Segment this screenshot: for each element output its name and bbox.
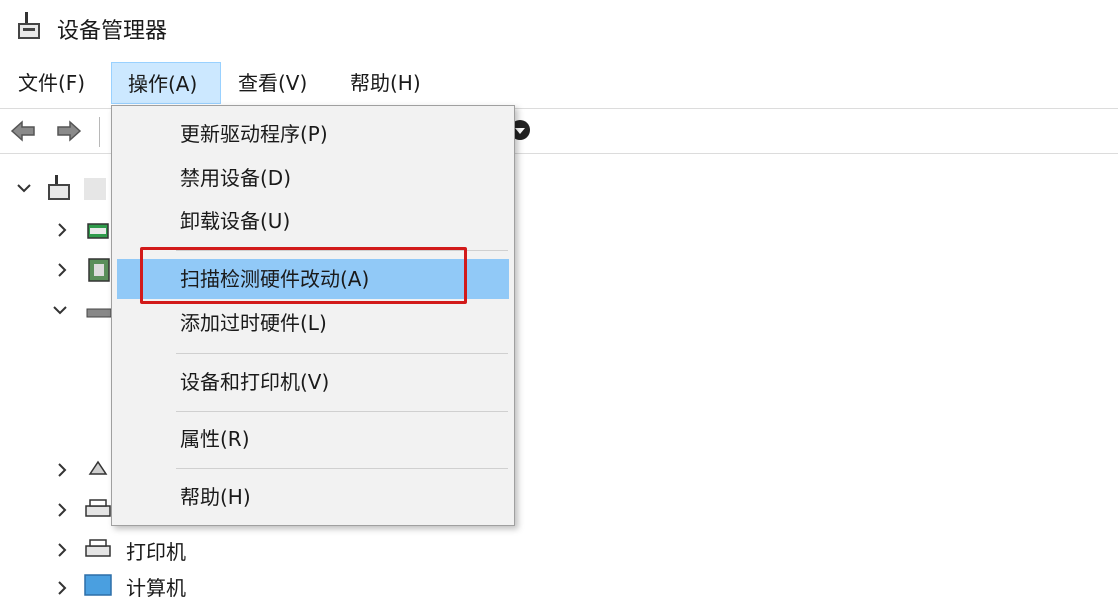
chevron-right-icon[interactable] [54, 580, 70, 596]
menu-bar: 文件(F) 操作(A) 查看(V) 帮助(H) [0, 58, 1118, 108]
menu-separator [176, 411, 508, 412]
processor-icon [88, 258, 110, 282]
menu-devices-and-printers[interactable]: 设备和打印机(V) [117, 362, 509, 402]
menu-uninstall-device[interactable]: 卸载设备(U) [117, 201, 509, 241]
root-label-placeholder [84, 178, 106, 200]
chevron-right-icon[interactable] [54, 502, 70, 518]
menu-help-item[interactable]: 帮助(H) [117, 477, 509, 517]
menu-view[interactable]: 查看(V) [230, 62, 315, 104]
menu-properties[interactable]: 属性(R) [117, 419, 509, 459]
menu-update-driver[interactable]: 更新驱动程序(P) [117, 114, 509, 154]
software-component-icon [88, 460, 108, 475]
action-menu-dropdown: 更新驱动程序(P) 禁用设备(D) 卸载设备(U) 扫描检测硬件改动(A) 添加… [111, 105, 515, 526]
title-bar: 设备管理器 [0, 0, 1118, 58]
device-manager-icon [18, 12, 40, 39]
battery-icon [87, 223, 109, 239]
menu-action[interactable]: 操作(A) [111, 62, 221, 104]
menu-separator [176, 353, 508, 354]
menu-file[interactable]: 文件(F) [10, 62, 93, 104]
chevron-right-icon[interactable] [54, 262, 70, 278]
menu-add-legacy-hardware[interactable]: 添加过时硬件(L) [117, 303, 509, 343]
chevron-right-icon[interactable] [54, 462, 70, 478]
printer-icon [85, 539, 111, 557]
chevron-down-icon[interactable] [52, 302, 68, 318]
tree-node-computer[interactable]: 计算机 [126, 572, 186, 601]
disk-drive-icon [86, 308, 112, 318]
chevron-right-icon[interactable] [54, 222, 70, 238]
computer-icon [84, 574, 112, 596]
menu-separator [176, 468, 508, 469]
menu-disable-device[interactable]: 禁用设备(D) [117, 158, 509, 198]
forward-arrow-icon[interactable] [54, 117, 84, 145]
chevron-right-icon[interactable] [54, 542, 70, 558]
chevron-down-icon[interactable] [16, 180, 32, 196]
tree-node-printers[interactable]: 打印机 [126, 536, 186, 565]
print-queue-icon [85, 499, 111, 517]
toolbar-divider [99, 117, 100, 147]
back-arrow-icon[interactable] [8, 117, 38, 145]
highlight-annotation-box [140, 247, 467, 304]
window-title: 设备管理器 [57, 19, 168, 44]
computer-root-icon [48, 175, 70, 200]
menu-help[interactable]: 帮助(H) [342, 62, 429, 104]
